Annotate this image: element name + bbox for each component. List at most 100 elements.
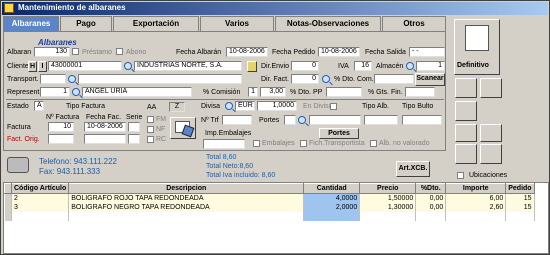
calendar-icon[interactable] [455, 78, 477, 98]
fact-orig-date-field[interactable] [84, 134, 126, 144]
albaran-field[interactable]: 130 [34, 47, 70, 57]
prestamo-checkbox[interactable] [72, 48, 79, 55]
embalajes-checkbox[interactable] [253, 140, 260, 147]
table-row[interactable]: 3 BOLIGRAFO NEGRO TAPA REDONDEADA 2,0000… [4, 202, 535, 212]
row-indicator[interactable] [4, 202, 12, 212]
tab-otros[interactable]: Otros [382, 16, 446, 31]
fact-orig-field[interactable] [48, 134, 74, 144]
row-indicator[interactable] [4, 193, 12, 203]
add-list-icon[interactable] [480, 144, 502, 164]
lines-grid[interactable]: Código Artículo Descripcion Cantidad Pre… [3, 182, 549, 254]
empty-cell[interactable] [68, 211, 305, 221]
portes-button[interactable]: Portes [319, 128, 359, 139]
dir-envio-field[interactable]: 0 [291, 61, 319, 71]
comision-pct-field[interactable]: 3,00 [260, 87, 286, 97]
tab-albaranes[interactable]: Albaranes [3, 16, 59, 31]
column-header-cantidad[interactable]: Cantidad [303, 183, 361, 194]
cell-importe[interactable]: 6,00 [445, 193, 507, 203]
column-header-codigo[interactable]: Código Artículo [10, 183, 70, 194]
table-row[interactable]: 2 BOLIGRAFO ROJO TAPA REDONDEADA 4,0000 … [4, 193, 535, 203]
cell-dto[interactable]: 0,00 [415, 202, 447, 212]
tipo-alb-field[interactable] [364, 115, 398, 125]
scanear-button[interactable]: Scanear [415, 73, 445, 86]
estado-field[interactable]: A [34, 101, 44, 111]
empty-cell[interactable] [11, 211, 70, 221]
nf-checkbox[interactable] [147, 126, 154, 133]
gts-fin-field[interactable] [405, 87, 435, 97]
cell-codigo[interactable]: 3 [11, 202, 70, 212]
column-header-importe[interactable]: Importe [445, 183, 507, 194]
empty-cell[interactable] [505, 211, 535, 221]
empty-cell[interactable] [445, 211, 507, 221]
fecha-salida-field[interactable]: - - [409, 47, 445, 57]
represent-code-field[interactable]: 1 [40, 87, 70, 97]
cell-cantidad[interactable]: 4,0000 [303, 193, 361, 203]
factura-field[interactable]: 10 [48, 122, 74, 132]
dto-pp-field[interactable] [326, 87, 362, 97]
almacen-field[interactable]: 1 [416, 61, 445, 71]
transport-search-icon[interactable] [68, 75, 76, 83]
alb-no-valorado-checkbox[interactable] [370, 140, 377, 147]
represent-search-icon[interactable] [72, 88, 80, 96]
portes-desc-field[interactable] [309, 115, 361, 125]
rc-checkbox[interactable] [147, 136, 154, 143]
cell-importe[interactable]: 2,60 [445, 202, 507, 212]
list-icon[interactable] [480, 78, 502, 98]
imp-embalajes-field[interactable] [203, 139, 245, 149]
iva-field[interactable]: 16 [354, 61, 372, 71]
tab-notas[interactable]: Notas-Observaciones [275, 16, 381, 31]
cell-dto[interactable]: 0,00 [415, 193, 447, 203]
cell-descripcion[interactable]: BOLIGRAFO NEGRO TAPA REDONDEADA [68, 202, 305, 212]
fecha-albaran-field[interactable]: 10-08-2006 [226, 47, 268, 57]
fact-orig-serie-field[interactable] [128, 134, 140, 144]
cell-precio[interactable]: 1,30000 [359, 202, 417, 212]
n-trf-field[interactable] [222, 115, 252, 125]
fich-transportista-checkbox[interactable] [300, 140, 307, 147]
row-indicator[interactable] [4, 211, 12, 221]
fm-checkbox[interactable] [147, 116, 154, 123]
transport-code-field[interactable] [40, 74, 66, 84]
column-header-dto[interactable]: %Dto. [415, 183, 447, 194]
tipo-bulto-field[interactable] [402, 115, 442, 125]
abono-checkbox[interactable] [116, 48, 123, 55]
cell-precio[interactable]: 1,50000 [359, 193, 417, 203]
empty-row[interactable] [4, 211, 535, 221]
fecha-pedido-field[interactable]: 10-08-2006 [318, 47, 360, 57]
aa-field[interactable]: Z [169, 102, 185, 112]
pen-icon[interactable] [455, 101, 477, 121]
empty-cell[interactable] [359, 211, 417, 221]
print-invoice-icon[interactable] [170, 117, 196, 139]
empty-cell[interactable] [415, 211, 447, 221]
dto-com-field[interactable] [374, 74, 414, 84]
dir-fact-field[interactable]: 0 [291, 74, 319, 84]
comision-field[interactable]: 1 [248, 87, 258, 97]
edit-list-icon[interactable] [455, 144, 477, 164]
tab-varios[interactable]: Varios [200, 16, 274, 31]
cliente-card-icon[interactable] [247, 61, 257, 72]
cell-descripcion[interactable]: BOLIGRAFO ROJO TAPA REDONDEADA [68, 193, 305, 203]
portes-field[interactable] [284, 115, 296, 125]
cell-pedido[interactable]: 15 [505, 193, 535, 203]
cell-codigo[interactable]: 2 [11, 193, 70, 203]
represent-name-field[interactable]: ANGEL URIA [82, 87, 192, 97]
tab-pago[interactable]: Pago [60, 16, 112, 31]
column-header-precio[interactable]: Precio [359, 183, 417, 194]
dir-fact-search-icon[interactable] [322, 75, 330, 83]
divisa-field[interactable]: EUR [235, 101, 255, 111]
cliente-name-field[interactable]: INDUSTRIAS NORTE, S.A. [134, 61, 242, 71]
serie-field[interactable] [128, 122, 140, 132]
empty-cell[interactable] [303, 211, 361, 221]
phone-icon[interactable] [7, 157, 29, 173]
grid-icon[interactable] [480, 124, 502, 142]
art-xcb-button[interactable]: Art.XCB. [396, 161, 430, 177]
cell-pedido[interactable]: 15 [505, 202, 535, 212]
cliente-code-field[interactable]: 43000001 [48, 61, 122, 71]
definitivo-button[interactable]: Definitivo [454, 19, 500, 75]
cliente-search-icon[interactable] [124, 62, 132, 70]
cell-cantidad[interactable]: 2,0000 [303, 202, 361, 212]
almacen-search-icon[interactable] [406, 62, 414, 70]
tab-exportacion[interactable]: Exportación [113, 16, 199, 31]
en-divisa-checkbox[interactable] [330, 103, 337, 110]
cliente-h-button[interactable]: H [28, 61, 37, 72]
divisa-rate-field[interactable]: 1,0000 [257, 101, 297, 111]
